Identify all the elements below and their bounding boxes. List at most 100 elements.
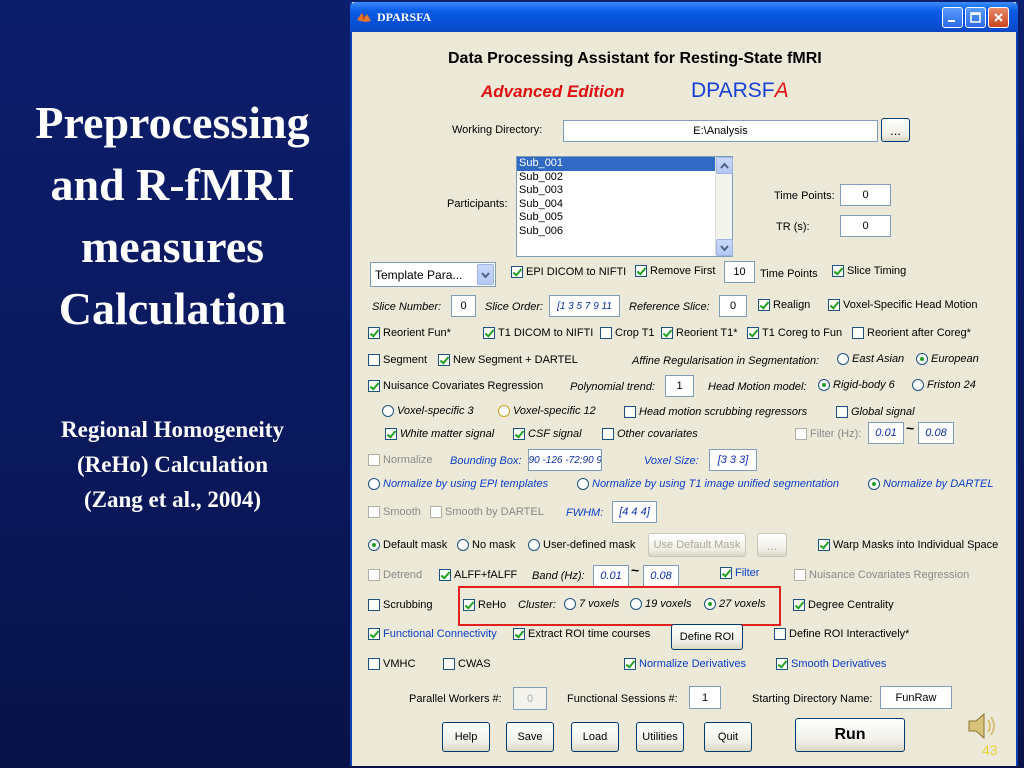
normalize-t1-radio[interactable]: Normalize by using T1 image unified segm…	[577, 478, 839, 490]
remove-first-field[interactable]: 10	[724, 261, 755, 283]
filter-checkbox[interactable]: Filter	[720, 567, 759, 579]
list-item[interactable]: Sub_003	[517, 184, 732, 198]
vmhc-checkbox[interactable]: VMHC	[368, 658, 415, 670]
time-points-label: Time Points:	[774, 190, 835, 202]
white-matter-checkbox[interactable]: White matter signal	[385, 428, 494, 440]
time-points-field[interactable]: 0	[840, 184, 891, 206]
normalize-derivatives-checkbox[interactable]: Normalize Derivatives	[624, 658, 746, 670]
normalize-epi-radio[interactable]: Normalize by using EPI templates	[368, 478, 548, 490]
participants-list[interactable]: Sub_001 Sub_002 Sub_003 Sub_004 Sub_005 …	[516, 156, 733, 257]
scrubbing-checkbox[interactable]: Scrubbing	[368, 599, 433, 611]
reorient-fun-checkbox[interactable]: Reorient Fun*	[368, 327, 451, 339]
affine-label: Affine Regularisation in Segmentation:	[632, 355, 820, 367]
quit-button[interactable]: Quit	[704, 722, 752, 752]
epi-dicom-checkbox[interactable]: EPI DICOM to NIFTI	[511, 266, 626, 278]
normalize-dartel-radio[interactable]: Normalize by DARTEL	[868, 478, 993, 490]
degree-centrality-checkbox[interactable]: Degree Centrality	[793, 599, 894, 611]
polynomial-trend-field[interactable]: 1	[665, 375, 694, 397]
use-default-mask-button[interactable]: Use Default Mask	[648, 533, 746, 557]
detrend-checkbox[interactable]: Detrend	[368, 569, 422, 581]
rigid-body-radio[interactable]: Rigid-body 6	[818, 379, 895, 391]
extract-roi-checkbox[interactable]: Extract ROI time courses	[513, 628, 650, 640]
speaker-icon[interactable]	[966, 710, 1000, 742]
no-mask-radio[interactable]: No mask	[457, 539, 515, 551]
alff-checkbox[interactable]: ALFF+fALFF	[439, 569, 517, 581]
dropdown-button[interactable]	[477, 264, 494, 285]
crop-t1-checkbox[interactable]: Crop T1	[600, 327, 655, 339]
filter-low-field[interactable]: 0.01	[868, 422, 904, 444]
list-item[interactable]: Sub_006	[517, 225, 732, 239]
band-low-field[interactable]: 0.01	[593, 565, 629, 587]
warp-masks-checkbox[interactable]: Warp Masks into Individual Space	[818, 539, 998, 551]
east-asian-radio[interactable]: East Asian	[837, 353, 904, 365]
normalize-checkbox[interactable]: Normalize	[368, 454, 433, 466]
segment-checkbox[interactable]: Segment	[368, 354, 427, 366]
t1-dicom-checkbox[interactable]: T1 DICOM to NIFTI	[483, 327, 593, 339]
close-button[interactable]	[988, 7, 1009, 28]
nuisance-regression-2-checkbox[interactable]: Nuisance Covariates Regression	[794, 569, 969, 581]
define-roi-button[interactable]: Define ROI	[671, 624, 743, 650]
slice-number-label: Slice Number:	[372, 301, 442, 313]
csf-checkbox[interactable]: CSF signal	[513, 428, 582, 440]
title-bar[interactable]: DPARSFA	[350, 2, 1018, 32]
bounding-box-field[interactable]: [-90 -126 -72;90 90	[528, 449, 602, 471]
save-button[interactable]: Save	[506, 722, 554, 752]
load-button[interactable]: Load	[571, 722, 619, 752]
reorient-t1-checkbox[interactable]: Reorient T1*	[661, 327, 738, 339]
new-segment-checkbox[interactable]: New Segment + DARTEL	[438, 354, 578, 366]
functional-connectivity-checkbox[interactable]: Functional Connectivity	[368, 628, 497, 640]
functional-sessions-field[interactable]: 1	[689, 686, 721, 709]
remove-first-checkbox[interactable]: Remove First	[635, 265, 715, 277]
slice-timing-checkbox[interactable]: Slice Timing	[832, 265, 906, 277]
smooth-derivatives-checkbox[interactable]: Smooth Derivatives	[776, 658, 886, 670]
scroll-up-button[interactable]	[716, 157, 733, 174]
starting-dir-field[interactable]: FunRaw	[880, 686, 952, 709]
help-button[interactable]: Help	[442, 722, 490, 752]
nuisance-regression-checkbox[interactable]: Nuisance Covariates Regression	[368, 380, 543, 392]
list-item[interactable]: Sub_005	[517, 211, 732, 225]
slice-number-field[interactable]: 0	[451, 295, 476, 317]
parallel-workers-field[interactable]: 0	[513, 687, 547, 710]
maximize-button[interactable]	[965, 7, 986, 28]
voxel-size-field[interactable]: [3 3 3]	[709, 449, 757, 471]
chevron-down-icon	[481, 272, 490, 279]
participants-scrollbar[interactable]	[715, 157, 733, 256]
default-mask-radio[interactable]: Default mask	[368, 539, 447, 551]
smooth-checkbox[interactable]: Smooth	[368, 506, 421, 518]
mask-browse-button[interactable]: ...	[757, 533, 787, 557]
minimize-button[interactable]	[942, 7, 963, 28]
scrubbing-regressors-checkbox[interactable]: Head motion scrubbing regressors	[624, 406, 807, 418]
template-select[interactable]: Template Para...	[370, 262, 496, 287]
working-dir-field[interactable]: E:\Analysis	[563, 120, 878, 142]
utilities-button[interactable]: Utilities	[636, 722, 684, 752]
friston-radio[interactable]: Friston 24	[912, 379, 976, 391]
reorient-after-coreg-checkbox[interactable]: Reorient after Coreg*	[852, 327, 971, 339]
voxel-specific-12-radio[interactable]: Voxel-specific 12	[498, 405, 596, 417]
list-item[interactable]: Sub_002	[517, 171, 732, 185]
tr-field[interactable]: 0	[840, 215, 891, 237]
working-dir-browse-button[interactable]: ...	[881, 118, 910, 142]
list-item[interactable]: Sub_001	[517, 157, 732, 171]
fwhm-field[interactable]: [4 4 4]	[612, 501, 657, 523]
voxel-head-motion-checkbox[interactable]: Voxel-Specific Head Motion	[828, 299, 978, 311]
define-roi-interactively-checkbox[interactable]: Define ROI Interactively*	[774, 628, 909, 640]
filter-hz-checkbox[interactable]: Filter (Hz):	[795, 428, 861, 440]
other-covariates-checkbox[interactable]: Other covariates	[602, 428, 698, 440]
scroll-down-button[interactable]	[716, 239, 733, 256]
european-radio[interactable]: European	[916, 353, 979, 365]
band-high-field[interactable]: 0.08	[643, 565, 679, 587]
voxel-specific-3-radio[interactable]: Voxel-specific 3	[382, 405, 474, 417]
t1-coreg-checkbox[interactable]: T1 Coreg to Fun	[747, 327, 842, 339]
global-signal-checkbox[interactable]: Global signal	[836, 406, 915, 418]
cwas-checkbox[interactable]: CWAS	[443, 658, 491, 670]
list-item[interactable]: Sub_004	[517, 198, 732, 212]
filter-high-field[interactable]: 0.08	[918, 422, 954, 444]
slice-order-field[interactable]: [1 3 5 7 9 11	[549, 295, 620, 317]
reference-slice-field[interactable]: 0	[719, 295, 747, 317]
smooth-dartel-checkbox[interactable]: Smooth by DARTEL	[430, 506, 544, 518]
run-button[interactable]: Run	[795, 718, 905, 752]
time-points-suffix: Time Points	[760, 268, 818, 280]
user-defined-mask-radio[interactable]: User-defined mask	[528, 539, 635, 551]
fwhm-label: FWHM:	[566, 507, 604, 519]
realign-checkbox[interactable]: Realign	[758, 299, 810, 311]
